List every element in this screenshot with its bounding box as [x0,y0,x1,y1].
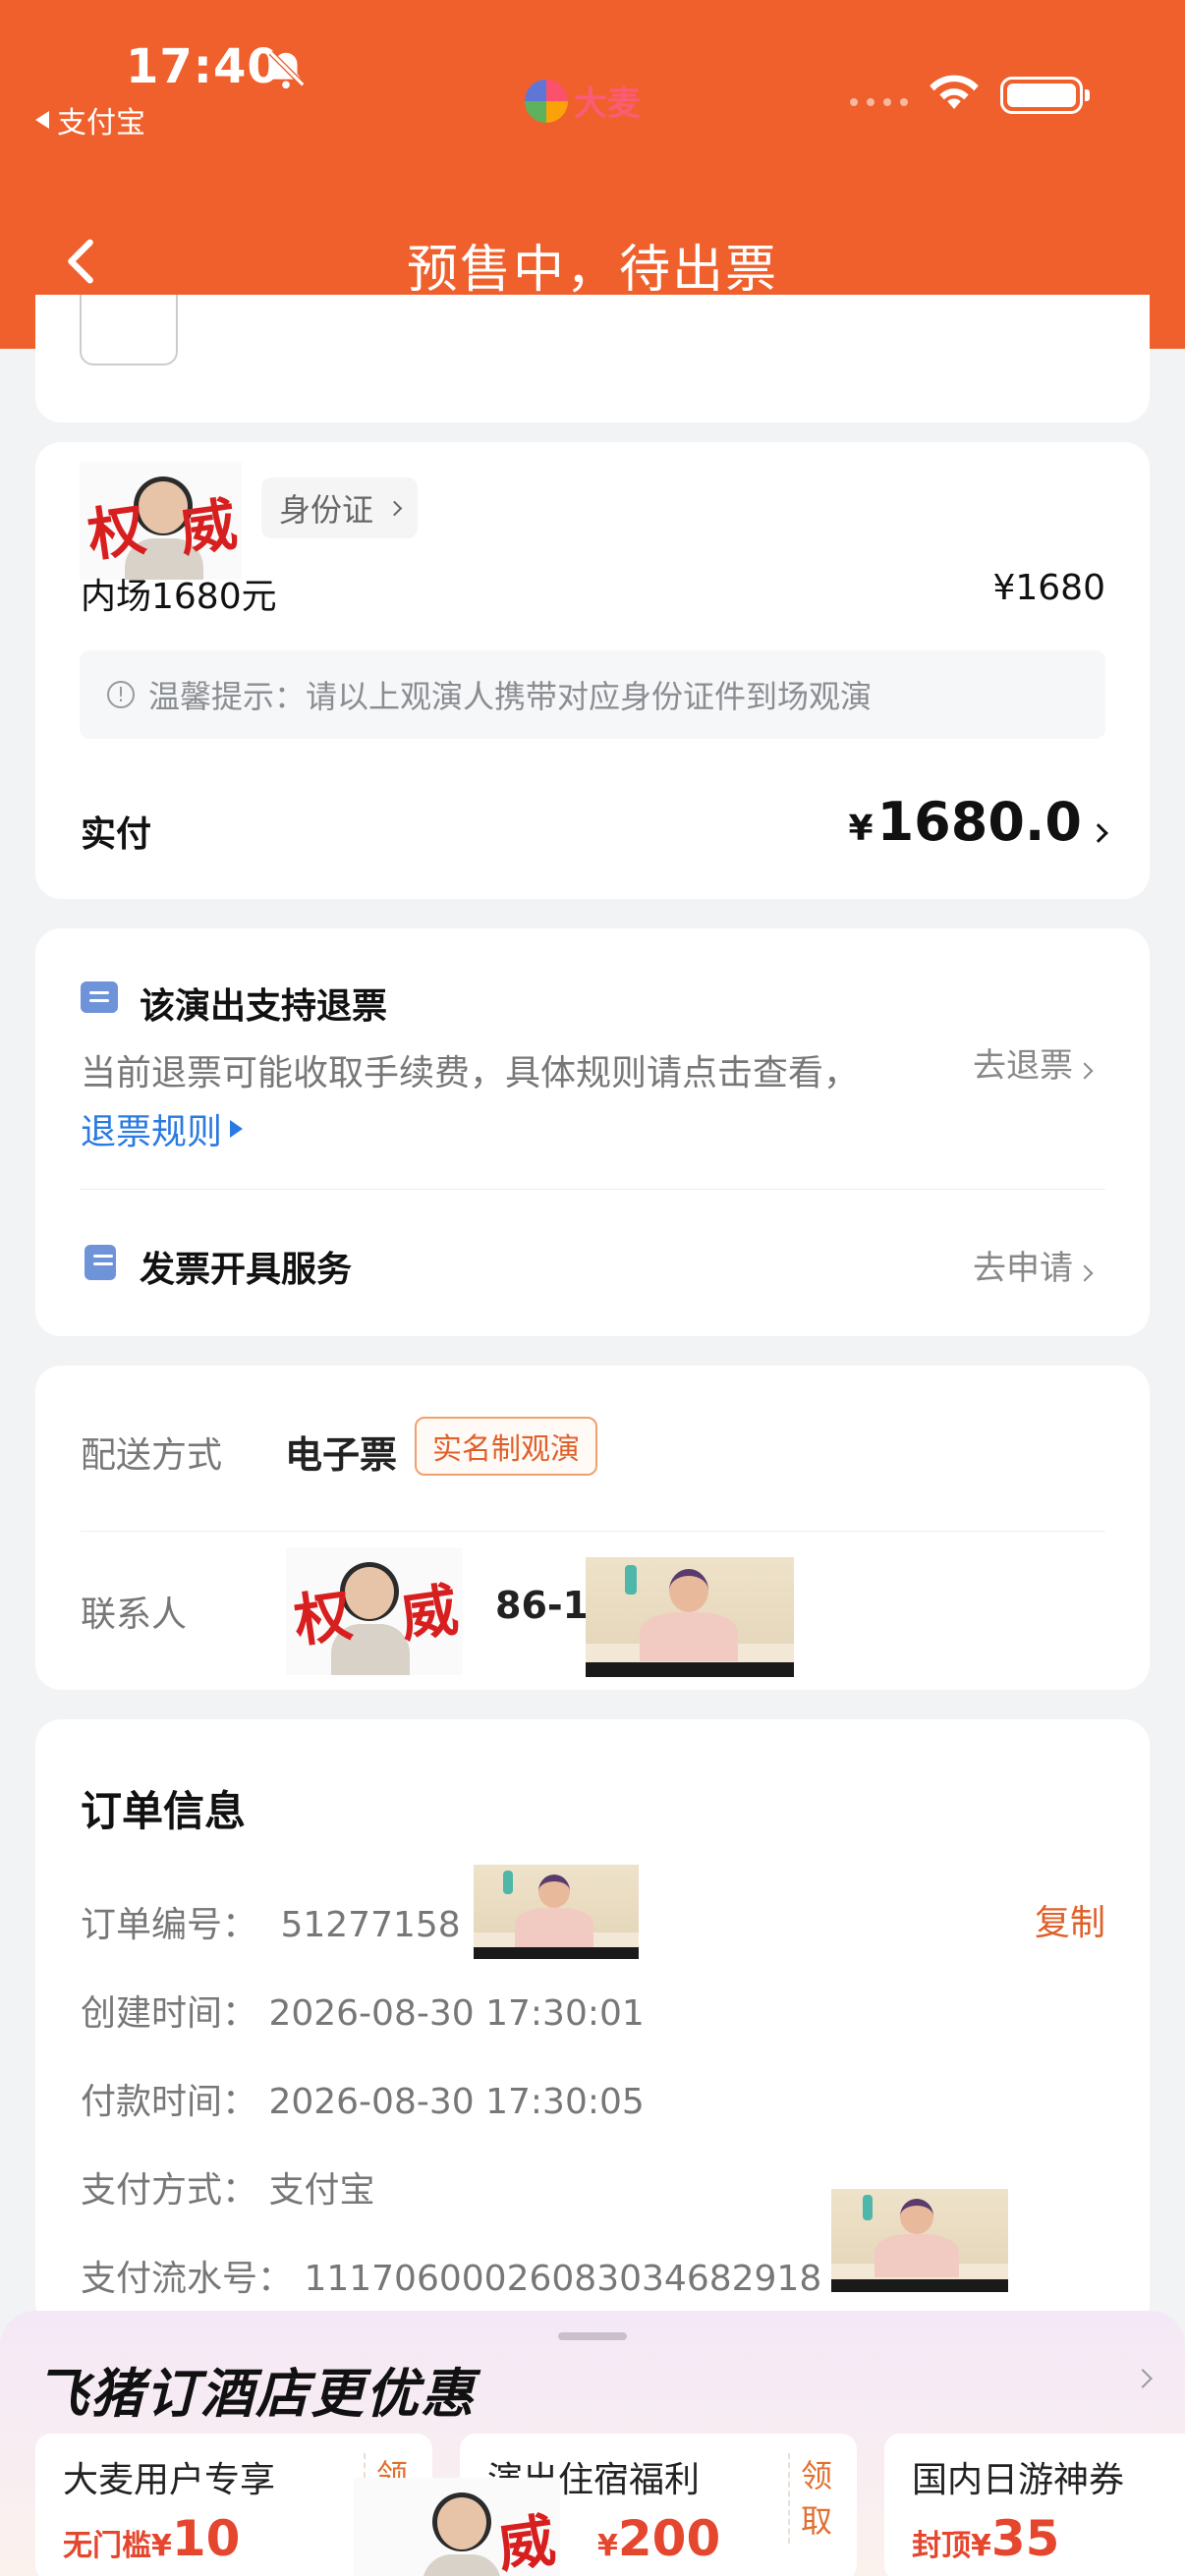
order-number-prefix: 51277158 [280,1905,461,1945]
event-summary-card [35,295,1150,422]
payment-method: 支付方式： 支付宝 [81,2170,375,2211]
coupon-amount: 35 [990,2510,1060,2567]
refund-rules-link[interactable]: 退票规则 [81,1103,244,1154]
refund-rules-label: 退票规则 [81,1112,223,1152]
id-type-chip[interactable]: 身份证 [261,477,419,538]
contact-phone: 86-1 [495,1584,590,1627]
chevron-right-icon[interactable] [1133,2369,1153,2388]
delivery-card: 配送方式 电子票 实名制观演 联系人 权 威 86-1 [35,1366,1150,1690]
photo-sticker [586,1557,794,1677]
bell-muted-icon [268,50,306,89]
coupon-title: 大麦用户专享 [63,2460,276,2500]
ticket-card: 权 威 身份证 内场1680元 ¥1680 ! 温馨提示：请以上观演人携带对应身… [35,442,1150,899]
status-time: 17:40 [126,39,281,94]
chevron-right-icon [1089,823,1108,843]
presale-tag [80,295,178,365]
divider [81,1531,1105,1532]
ticket-price: ¥1680 [992,568,1105,608]
damai-logo-icon [525,79,568,123]
contact-sticker: 权 威 [286,1547,463,1675]
apply-invoice-button[interactable]: 去申请 [973,1241,1094,1289]
copy-order-button[interactable]: 复制 [1035,1894,1105,1945]
hotel-promo-sheet[interactable]: 飞猪订酒店更优惠 大麦用户专享 无门槛¥10 领取 演出住宿福利 ¥200 领取… [0,2311,1185,2576]
avatar-sticker-text: 权 [290,1581,357,1655]
promo-title: 飞猪订酒店更优惠 [35,2363,476,2425]
realname-tag: 实名制观演 [415,1417,597,1476]
coupon-amount: 200 [617,2510,721,2567]
overlay-sticker: 威 [354,2478,560,2576]
coupon-amount: 10 [171,2510,241,2567]
refund-description: 当前退票可能收取手续费，具体规则请点击查看， [81,1053,860,1093]
go-refund-button[interactable]: 去退票 [973,1038,1094,1087]
ticket-tier-name: 内场1680元 [81,577,277,617]
created-time: 创建时间： 2026-08-30 17:30:01 [81,1993,645,2034]
coupon-card[interactable]: 国内日游神券 封顶¥35 [884,2434,1185,2576]
reminder-text: 温馨提示：请以上观演人携带对应身份证件到场观演 [148,678,873,715]
id-type-label: 身份证 [279,491,374,529]
coupon-value: 无门槛¥10 [63,2510,240,2567]
avatar-sticker-text: 权 [84,495,150,570]
paid-amount-link[interactable]: ¥ 1680.0 [848,791,1108,853]
go-refund-label: 去退票 [973,1046,1073,1086]
page-title: 预售中，待出票 [406,241,778,300]
order-info-card: 订单信息 订单编号： 51277158 512 复制 创建时间： 2026-08… [35,1719,1150,2328]
paid-amount: 1680.0 [876,791,1082,853]
battery-icon [1000,77,1090,114]
payment-serial: 支付流水号： 111706000260830346829​18 [81,2259,822,2299]
play-triangle-icon [230,1120,244,1138]
apply-invoice-label: 去申请 [973,1249,1073,1288]
app-logo: 大麦 [525,77,641,125]
payment-time: 付款时间： 2026-08-30 17:30:05 [81,2082,645,2122]
info-icon: ! [107,681,135,708]
back-to-app-link[interactable]: 支付宝 [35,98,145,141]
avatar-sticker-text: 威 [175,490,242,565]
chevron-right-icon [1076,1062,1094,1080]
attendee-avatar: 权 威 [80,462,242,580]
wifi-icon [930,75,979,109]
currency-symbol: ¥ [848,809,874,849]
coupon-prefix: 封顶¥ [912,2529,991,2563]
order-number-label: 订单编号： [81,1905,258,1945]
coupon-value: 封顶¥35 [912,2510,1059,2567]
back-triangle-icon [35,111,49,129]
avatar-sticker-text: 威 [493,2506,560,2576]
invoice-title: 发票开具服务 [140,1250,353,1290]
refund-title: 该演出支持退票 [140,986,388,1027]
reminder-box: ! 温馨提示：请以上观演人携带对应身份证件到场观演 [80,650,1105,739]
service-card: 该演出支持退票 当前退票可能收取手续费，具体规则请点击查看， 退票规则 去退票 … [35,928,1150,1336]
sheet-drag-handle[interactable] [558,2332,627,2340]
signal-dots-icon [850,98,908,106]
coupon-title: 国内日游神券 [912,2460,1125,2500]
photo-sticker [474,1865,639,1959]
paid-label: 实付 [81,814,152,855]
chevron-right-icon [386,500,403,516]
invoice-icon [85,1245,116,1280]
ticket-refund-icon [81,981,118,1013]
divider [81,1189,1105,1190]
order-info-title: 订单信息 [81,1787,247,1835]
delivery-method-label: 配送方式 [81,1435,223,1476]
delivery-method-value: 电子票 [285,1433,398,1477]
coupon-prefix: ¥ [597,2529,618,2563]
contact-label: 联系人 [81,1595,188,1635]
avatar-sticker-text: 威 [396,1576,463,1651]
coupon-prefix: 无门槛¥ [63,2529,172,2563]
chevron-right-icon [1076,1264,1094,1282]
logo-text: 大麦 [574,84,641,124]
photo-sticker [831,2189,1008,2292]
back-app-label: 支付宝 [57,106,145,140]
coupon-value: ¥200 [597,2510,720,2567]
claim-button[interactable]: 领取 [788,2453,837,2544]
